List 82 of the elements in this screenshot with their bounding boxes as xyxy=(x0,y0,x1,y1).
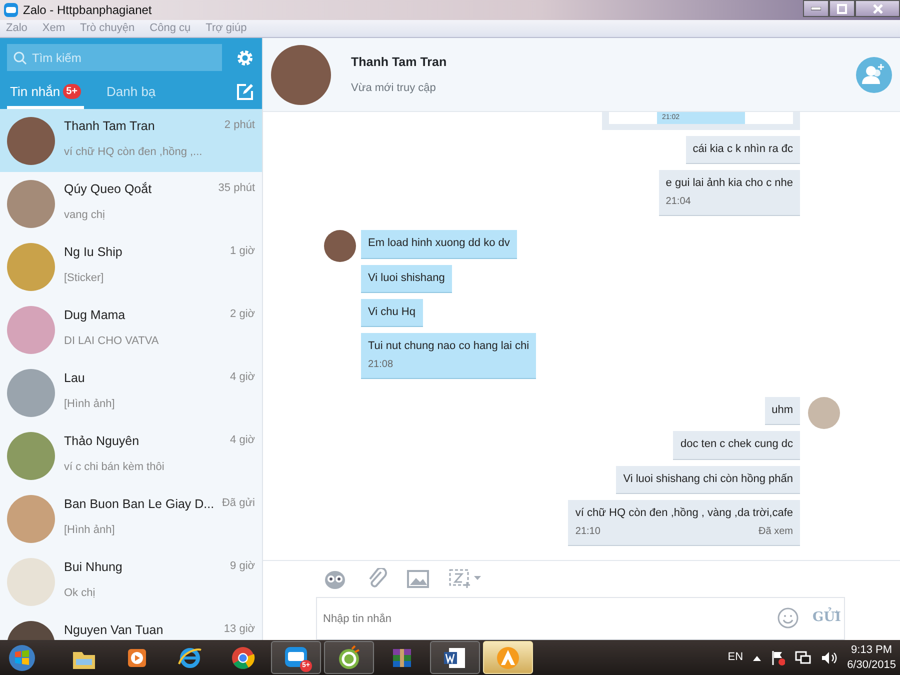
conversation-item[interactable]: Bui Nhung 9 giờ Ok chị xyxy=(0,550,262,613)
avatar xyxy=(7,495,55,543)
unread-badge: 5+ xyxy=(63,84,81,99)
contact-name: Bui Nhung xyxy=(64,559,122,576)
window-title: Zalo - Httpbanphagianet xyxy=(23,2,152,19)
app-logo-icon xyxy=(3,2,19,18)
message-preview: DI LAI CHO VATVA xyxy=(64,334,160,349)
avatar xyxy=(7,432,55,480)
avatar xyxy=(7,369,55,417)
search-field[interactable]: Tìm kiếm xyxy=(7,44,222,71)
message-preview: ví c chi bán kèm thôi xyxy=(64,460,166,475)
message-text: doc ten c chek cung dc xyxy=(680,438,793,450)
message-text: ví chữ HQ còn đen ,hồng , vàng ,da trời,cafe xyxy=(575,506,793,519)
contact-status: Vừa mới truy cập xyxy=(351,80,437,96)
avatar xyxy=(7,180,55,228)
contact-name: Lau xyxy=(64,370,85,387)
taskbar-button[interactable] xyxy=(324,641,374,674)
contact-name: Nguyen Van Tuan xyxy=(64,622,164,639)
search-icon xyxy=(13,51,27,65)
contact-name: Dug Mama xyxy=(64,307,126,324)
settings-icon[interactable] xyxy=(236,48,254,66)
conversation-item[interactable]: Lau 4 giờ [Hình ảnh] xyxy=(0,361,262,424)
conversation-item[interactable]: Qúy Queo Qoắt 35 phút vang chị xyxy=(0,172,262,235)
avatar xyxy=(7,558,55,606)
message-time: 4 giờ xyxy=(230,370,255,385)
message-text: uhm xyxy=(772,404,793,416)
message-time: 1 giờ xyxy=(230,244,255,259)
message-text: Vi chu Hq xyxy=(368,306,416,318)
message-time: 4 giờ xyxy=(230,433,255,448)
message-preview: [Hình ảnh] xyxy=(64,396,116,412)
contact-name: Thảo Nguyên xyxy=(64,433,140,450)
close-button[interactable] xyxy=(855,0,900,17)
message-text: Em load hinh xuong dd ko dv xyxy=(368,237,510,250)
close-icon xyxy=(872,4,882,14)
contact-name: Ng Iu Ship xyxy=(64,244,122,261)
message-preview: Ok chị xyxy=(64,586,96,601)
conversation-item[interactable]: Thảo Nguyên 4 giờ ví c chi bán kèm thôi xyxy=(0,424,262,487)
contact-name: Qúy Queo Qoắt xyxy=(64,181,152,198)
contact-name: Thanh Tam Tran xyxy=(64,118,155,135)
avatar xyxy=(7,243,55,291)
contact-name: Ban Buon Ban Le Giay D... xyxy=(64,496,214,513)
message-time: 9 giờ xyxy=(230,559,255,574)
message-text: cái kia c k nhìn ra đc xyxy=(692,143,793,155)
minimize-icon xyxy=(811,6,821,10)
message-time: Đã gửi xyxy=(222,496,255,511)
message-preview: [Hình ảnh] xyxy=(64,522,116,538)
conversation-item[interactable]: Dug Mama 2 giờ DI LAI CHO VATVA xyxy=(0,298,262,361)
clock[interactable]: 9:13 PM 6/30/2015 xyxy=(847,642,896,672)
avatar xyxy=(7,306,55,354)
paperclip-icon[interactable] xyxy=(367,568,387,590)
read-status: Đã xem xyxy=(758,526,793,538)
message-text: e gui lai ảnh kia cho c nhe xyxy=(666,177,793,190)
taskbar-button[interactable] xyxy=(430,641,480,674)
message-text: Vi luoi shishang chi còn hồng phấn xyxy=(623,472,793,484)
maximize-button[interactable] xyxy=(829,0,855,17)
message-time: 2 phút xyxy=(224,118,255,133)
message-time: 2 giờ xyxy=(230,307,255,322)
contact-name: Thanh Tam Tran xyxy=(351,54,447,71)
message-time: 21:04 xyxy=(666,196,691,208)
sticker-icon[interactable] xyxy=(323,568,347,590)
conversation-item[interactable]: Thanh Tam Tran 2 phút ví chữ HQ còn đen ,hồng ,... xyxy=(0,109,262,172)
flag-icon[interactable] xyxy=(771,650,786,666)
minimize-button[interactable] xyxy=(803,0,829,17)
message-time: 21:10 xyxy=(575,526,600,538)
message-text: Tui nut chung nao co hang lai chi xyxy=(368,340,530,352)
avatar xyxy=(7,117,55,165)
message-time: 35 phút xyxy=(218,181,255,196)
conversation-item[interactable]: Ng Iu Ship 1 giờ [Sticker] xyxy=(0,235,262,298)
message-time: 13 giờ xyxy=(224,622,255,637)
message-preview: ví chữ HQ còn đen ,hồng ,... xyxy=(64,144,204,160)
volume-icon[interactable] xyxy=(821,650,838,664)
chevron-up-icon[interactable] xyxy=(753,654,762,660)
message-text: Vi luoi shishang xyxy=(368,272,445,284)
message-time: 21:08 xyxy=(368,359,394,372)
windows-logo-icon xyxy=(8,644,36,672)
restore-icon xyxy=(837,4,847,14)
network-icon[interactable] xyxy=(795,650,812,664)
message-preview: vang chị xyxy=(64,208,106,223)
message-preview: [Sticker] xyxy=(64,270,105,286)
compose-icon[interactable] xyxy=(236,83,254,101)
language-indicator[interactable]: EN xyxy=(728,649,744,666)
conversation-item[interactable]: Ban Buon Ban Le Giay D... Đã gửi [Hình ảnh] xyxy=(0,487,262,550)
